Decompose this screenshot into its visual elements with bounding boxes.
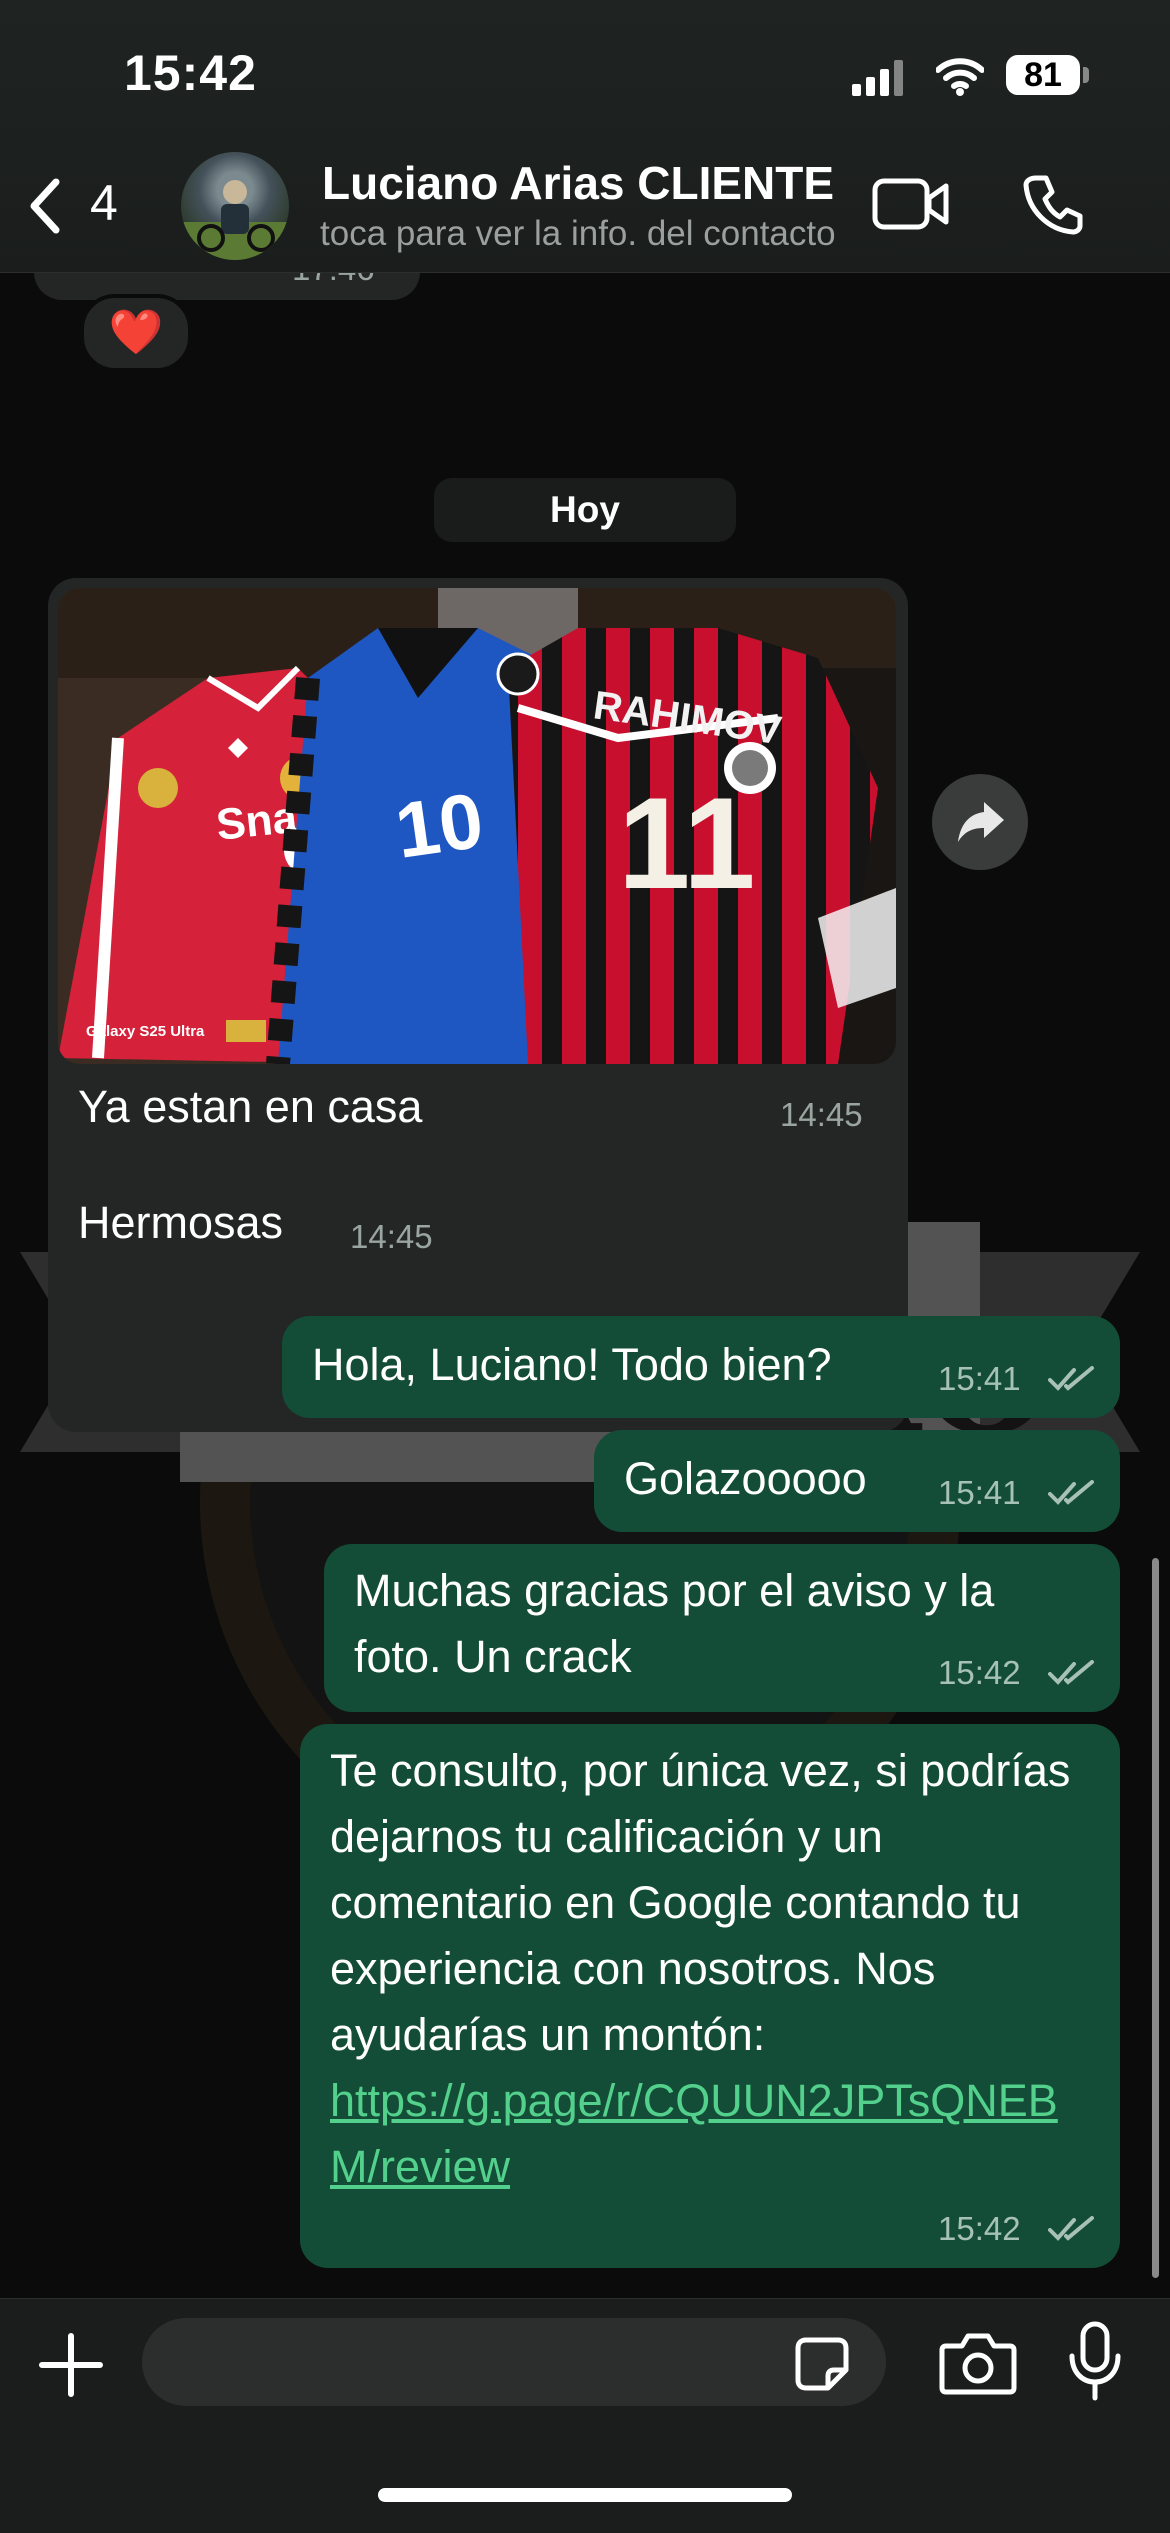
outgoing-message-bubble[interactable]: Te consulto, por única vez, si podrías d… xyxy=(300,1724,1120,2268)
avatar[interactable] xyxy=(181,152,289,260)
status-time: 15:42 xyxy=(124,45,257,101)
camera-stamp-text: Galaxy S25 Ultra xyxy=(86,1023,205,1040)
message-time: 15:41 xyxy=(938,1474,1021,1511)
sticker-icon[interactable] xyxy=(792,2334,852,2394)
outgoing-message-bubble[interactable]: Hola, Luciano! Todo bien? 15:41 xyxy=(282,1316,1120,1418)
double-check-icon xyxy=(1048,1480,1094,1505)
message-time: 14:45 xyxy=(350,1218,433,1255)
double-check-icon xyxy=(1048,2216,1094,2241)
message-time: 17:46 xyxy=(292,272,375,288)
reaction-badge[interactable]: ❤️ xyxy=(80,294,192,372)
outgoing-message-bubble[interactable]: Golazooooo 15:41 xyxy=(594,1430,1120,1532)
home-indicator xyxy=(378,2488,792,2502)
jersey-number-striped: 11 xyxy=(618,770,755,916)
jerseys-photo[interactable]: Snapdragon 10 RAHIMOV 11 Galaxy S25 Ultr… xyxy=(58,588,896,1064)
scrollbar[interactable] xyxy=(1152,1558,1159,2278)
message-time: 15:42 xyxy=(938,1654,1021,1691)
message-time: 15:42 xyxy=(938,2210,1021,2247)
outgoing-message-bubble[interactable]: Muchas gracias por el aviso y la foto. U… xyxy=(324,1544,1120,1712)
avatar-photo xyxy=(181,180,289,260)
cellular-signal-icon xyxy=(852,60,903,96)
plus-icon[interactable] xyxy=(36,2330,106,2400)
camera-icon[interactable] xyxy=(938,2328,1018,2398)
forward-arrow-icon xyxy=(958,802,1004,842)
review-link[interactable]: https://g.page/r/CQUUN2JPTsQNEBM/review xyxy=(330,2075,1058,2192)
message-text: Te consulto, por única vez, si podrías d… xyxy=(330,1738,1092,2200)
unread-count[interactable]: 4 xyxy=(90,178,118,228)
double-check-icon xyxy=(1048,1366,1094,1391)
message-text: Hola, Luciano! Todo bien? xyxy=(312,1339,832,1390)
battery-indicator: 81 xyxy=(1006,55,1080,95)
microphone-icon[interactable] xyxy=(1066,2320,1124,2404)
incoming-message-bubble[interactable]: Hermosas 14:45 xyxy=(48,1174,480,1276)
message-time: 15:41 xyxy=(938,1360,1021,1397)
phone-icon[interactable] xyxy=(1022,172,1086,236)
message-text: Golazooooo xyxy=(624,1453,867,1504)
video-camera-icon[interactable] xyxy=(872,176,950,232)
jersey-number-blue: 10 xyxy=(390,776,488,875)
double-check-icon xyxy=(1048,1660,1094,1685)
message-text: Ya estan en casa xyxy=(78,1081,423,1132)
message-time: 14:45 xyxy=(780,1096,863,1133)
message-text: Hermosas xyxy=(78,1197,284,1248)
contact-name[interactable]: Luciano Arias CLIENTE xyxy=(322,156,842,210)
message-body: Te consulto, por única vez, si podrías d… xyxy=(330,1745,1071,2060)
image-message-bubble[interactable]: Snapdragon 10 RAHIMOV 11 Galaxy S25 Ultr… xyxy=(48,578,908,1432)
chat-area[interactable]: EL LIBERO 17:46 ❤️ Hoy xyxy=(0,272,1170,2298)
message-input[interactable] xyxy=(142,2318,886,2406)
forward-button[interactable] xyxy=(932,774,1028,870)
contact-info-hint[interactable]: toca para ver la info. del contacto xyxy=(320,214,848,254)
wifi-icon xyxy=(936,58,984,96)
chevron-left-icon[interactable] xyxy=(24,176,64,236)
top-bar: 15:42 81 4 Luciano Arias CLIENTE toca pa… xyxy=(0,0,1170,273)
battery-nub xyxy=(1083,67,1089,83)
date-divider: Hoy xyxy=(434,478,736,542)
